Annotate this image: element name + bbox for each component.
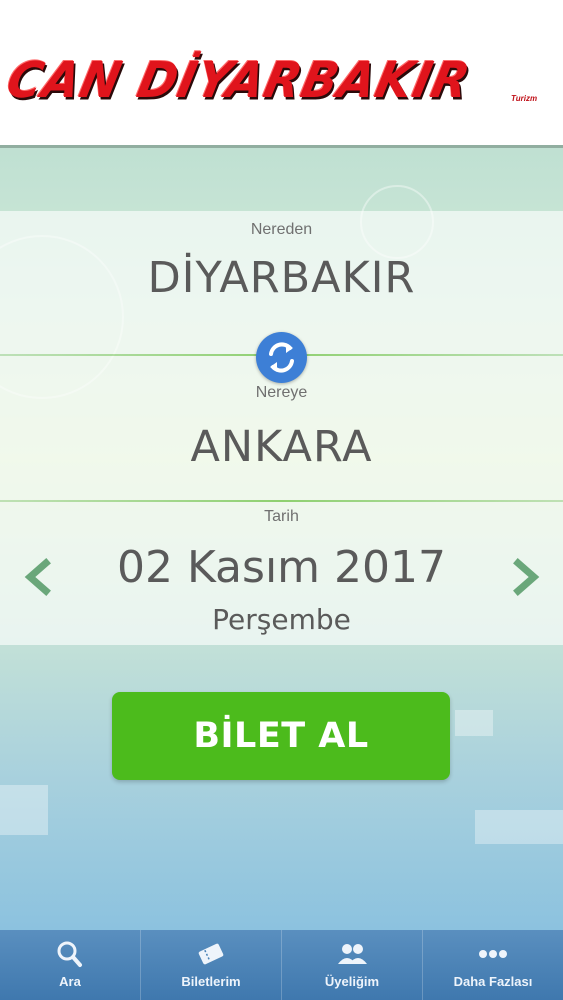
origin-value[interactable]: DİYARBAKIR — [0, 253, 563, 303]
background-decoration — [0, 785, 48, 835]
tab-tickets[interactable]: Biletlerim — [141, 930, 282, 1000]
tab-more[interactable]: Daha Fazlası — [423, 930, 563, 1000]
brand-logo: CAN DİYARBAKIR Turizm — [2, 52, 554, 110]
tab-label: Biletlerim — [181, 974, 241, 989]
chevron-left-icon[interactable] — [22, 557, 52, 597]
date-value[interactable]: 02 Kasım 2017 — [60, 542, 503, 593]
swap-icon — [269, 342, 294, 373]
ticket-icon — [198, 943, 224, 965]
tab-label: Ara — [59, 974, 81, 989]
search-icon — [57, 941, 82, 967]
buy-ticket-button[interactable]: BİLET AL — [112, 692, 450, 780]
weekday-value: Perşembe — [212, 603, 351, 636]
background-decoration — [455, 710, 493, 736]
logo-subtext: Turizm — [511, 94, 538, 103]
destination-value[interactable]: ANKARA — [0, 422, 563, 472]
chevron-right-icon[interactable] — [512, 557, 542, 597]
date-selector[interactable]: Tarih 02 Kasım 2017 Perşembe — [0, 502, 563, 645]
destination-label: Nereye — [255, 384, 308, 401]
background-decoration — [475, 810, 563, 844]
app-header: CAN DİYARBAKIR Turizm — [0, 0, 563, 145]
header-divider — [0, 145, 563, 148]
bottom-navigation: Ara Biletlerim Üyeliğim Daha Fazlası — [0, 930, 563, 1000]
search-form: Nereden DİYARBAKIR Nereye ANKARA Tarih 0… — [0, 145, 563, 930]
tab-membership[interactable]: Üyeliğim — [282, 930, 423, 1000]
swap-button[interactable] — [256, 332, 307, 383]
origin-label: Nereden — [250, 221, 313, 238]
tab-search[interactable]: Ara — [0, 930, 141, 1000]
tab-label: Üyeliğim — [324, 974, 380, 989]
tab-label: Daha Fazlası — [453, 974, 533, 989]
more-icon — [479, 950, 507, 958]
users-icon — [338, 944, 367, 964]
date-label: Tarih — [264, 508, 299, 525]
logo-text: CAN DİYARBAKIR — [1, 52, 476, 110]
